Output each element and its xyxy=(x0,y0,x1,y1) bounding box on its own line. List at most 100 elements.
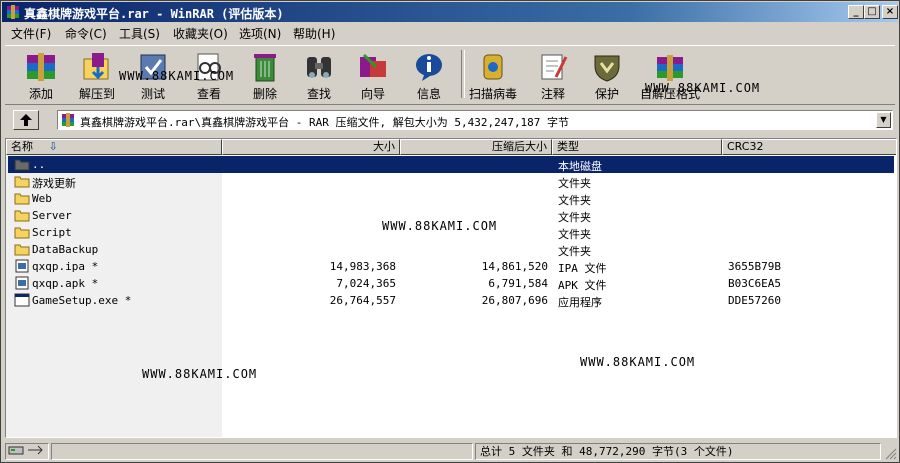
delete-label: 删除 xyxy=(252,87,277,101)
file-name: Script xyxy=(32,226,72,239)
column-name-label: 名称 xyxy=(11,140,33,153)
folder-icon xyxy=(14,174,30,188)
up-arrow-icon xyxy=(20,114,32,126)
parent-folder-icon xyxy=(14,157,30,171)
column-header-size[interactable]: 大小 xyxy=(222,139,400,155)
file-type: 本地磁盘 xyxy=(558,160,602,173)
watermark: WWW.88KAMI.COM xyxy=(119,69,235,83)
application-icon xyxy=(14,293,30,307)
comment-button[interactable]: 注释 xyxy=(529,48,577,102)
file-name: GameSetup.exe * xyxy=(32,294,132,307)
folder-icon xyxy=(14,225,30,239)
info-button[interactable]: 信息 xyxy=(405,48,453,102)
delete-icon xyxy=(254,54,276,82)
minimize-button[interactable]: _ xyxy=(848,5,864,19)
menu-options[interactable]: 选项(N) xyxy=(239,25,281,42)
folder-icon xyxy=(14,191,30,205)
file-row[interactable]: GameSetup.exe * 26,764,557 26,807,696 应用程序 D… xyxy=(8,292,894,309)
file-packed-size: 6,791,584 xyxy=(488,277,548,290)
extract-to-icon xyxy=(83,53,109,80)
file-name: qxqp.apk * xyxy=(32,277,99,290)
address-bar: 真鑫棋牌游戏平台.rar\真鑫棋牌游戏平台 - RAR 压缩文件, 解包大小为 … xyxy=(5,107,897,133)
up-folder-button[interactable] xyxy=(13,110,39,130)
menu-help[interactable]: 帮助(H) xyxy=(293,25,335,42)
winrar-window: 真鑫棋牌游戏平台.rar - WinRAR (评估版本) _ □ × 文件(F)… xyxy=(0,0,900,463)
file-row[interactable]: DataBackup 文件夹 xyxy=(8,241,894,258)
menu-tools[interactable]: 工具(S) xyxy=(119,25,160,42)
file-packed-size: 26,807,696 xyxy=(481,294,548,307)
file-size: 26,764,557 xyxy=(329,294,396,307)
virus-scan-button[interactable]: 扫描病毒 xyxy=(469,48,517,102)
file-type: 文件夹 xyxy=(558,194,591,207)
file-row[interactable]: qxqp.apk * 7,024,365 6,791,584 APK 文件 B03C6E… xyxy=(8,275,894,292)
file-row[interactable]: qxqp.ipa * 14,983,368 14,861,520 IPA 文件 3655… xyxy=(8,258,894,275)
add-label: 添加 xyxy=(28,87,53,101)
column-header-name[interactable]: 名称 ⇩ xyxy=(6,139,222,155)
file-name: 游戏更新 xyxy=(32,177,76,190)
title-bar[interactable]: 真鑫棋牌游戏平台.rar - WinRAR (评估版本) _ □ × xyxy=(2,2,898,22)
file-type: 文件夹 xyxy=(558,211,591,224)
watermark: WWW.88KAMI.COM xyxy=(645,81,761,95)
file-crc: DDE57260 xyxy=(728,294,781,307)
file-crc: 3655B79B xyxy=(728,260,781,273)
file-icon xyxy=(14,259,30,273)
file-crc: B03C6EA5 xyxy=(728,277,781,290)
protect-button[interactable]: 保护 xyxy=(583,48,631,102)
column-header-crc[interactable]: CRC32 xyxy=(722,139,896,155)
menu-favorites[interactable]: 收藏夹(O) xyxy=(173,25,228,42)
virus-scan-icon xyxy=(483,54,503,80)
test-label: 测试 xyxy=(140,87,165,101)
toolbar-separator xyxy=(461,50,465,98)
file-name: DataBackup xyxy=(32,243,99,256)
file-name: qxqp.ipa * xyxy=(32,260,99,273)
info-label: 信息 xyxy=(416,87,441,101)
file-packed-size: 14,861,520 xyxy=(481,260,548,273)
watermark: WWW.88KAMI.COM xyxy=(382,219,498,233)
path-combobox[interactable]: 真鑫棋牌游戏平台.rar\真鑫棋牌游戏平台 - RAR 压缩文件, 解包大小为 … xyxy=(57,110,893,130)
chevron-down-icon[interactable]: ▼ xyxy=(876,112,891,128)
watermark: WWW.88KAMI.COM xyxy=(142,367,258,381)
file-type: IPA 文件 xyxy=(558,262,607,275)
menu-bar: 文件(F) 命令(C) 工具(S) 收藏夹(O) 选项(N) 帮助(H) xyxy=(3,23,897,42)
wizard-icon xyxy=(360,53,386,77)
menu-command[interactable]: 命令(C) xyxy=(65,25,107,42)
extract-to-button[interactable]: 解压到 xyxy=(73,48,121,102)
add-button[interactable]: 添加 xyxy=(17,48,65,102)
find-button[interactable]: 查找 xyxy=(295,48,343,102)
file-row[interactable]: .. 本地磁盘 xyxy=(8,156,894,173)
extract-to-label: 解压到 xyxy=(78,87,115,101)
column-header-type[interactable]: 类型 xyxy=(552,139,722,155)
folder-icon xyxy=(14,208,30,222)
file-size: 14,983,368 xyxy=(329,260,396,273)
protect-label: 保护 xyxy=(594,87,619,101)
find-label: 查找 xyxy=(306,87,331,101)
delete-button[interactable]: 删除 xyxy=(241,48,289,102)
resize-grip-icon[interactable] xyxy=(883,446,897,460)
column-header-packed[interactable]: 压缩后大小 xyxy=(400,139,552,155)
virus-scan-label: 扫描病毒 xyxy=(469,87,518,101)
sfx-icon xyxy=(657,55,683,81)
status-selection xyxy=(51,443,473,460)
info-icon xyxy=(416,54,442,81)
wizard-button[interactable]: 向导 xyxy=(349,48,397,102)
file-row[interactable]: 游戏更新 文件夹 xyxy=(8,173,894,190)
file-type: 文件夹 xyxy=(558,177,591,190)
wizard-label: 向导 xyxy=(360,87,385,101)
file-row[interactable]: Web 文件夹 xyxy=(8,190,894,207)
file-type: 文件夹 xyxy=(558,245,591,258)
file-type: 文件夹 xyxy=(558,228,591,241)
maximize-button[interactable]: □ xyxy=(864,5,880,19)
view-label: 查看 xyxy=(196,87,221,101)
file-type: 应用程序 xyxy=(558,296,602,309)
status-bar: 总计 5 文件夹 和 48,772,290 字节(3 个文件) xyxy=(3,442,899,461)
file-list[interactable]: 名称 ⇩ 大小 压缩后大小 类型 CRC32 .. 本地磁盘 游戏更新 文件夹 Web 文… xyxy=(5,138,897,438)
drive-icon xyxy=(8,445,43,455)
file-icon xyxy=(14,276,30,290)
comment-icon xyxy=(541,54,568,80)
menu-file[interactable]: 文件(F) xyxy=(11,25,51,42)
file-name: .. xyxy=(32,158,46,171)
drive-indicator[interactable] xyxy=(5,443,49,460)
close-button[interactable]: × xyxy=(882,5,898,19)
sort-down-icon: ⇩ xyxy=(48,140,58,153)
file-type: APK 文件 xyxy=(558,279,607,292)
